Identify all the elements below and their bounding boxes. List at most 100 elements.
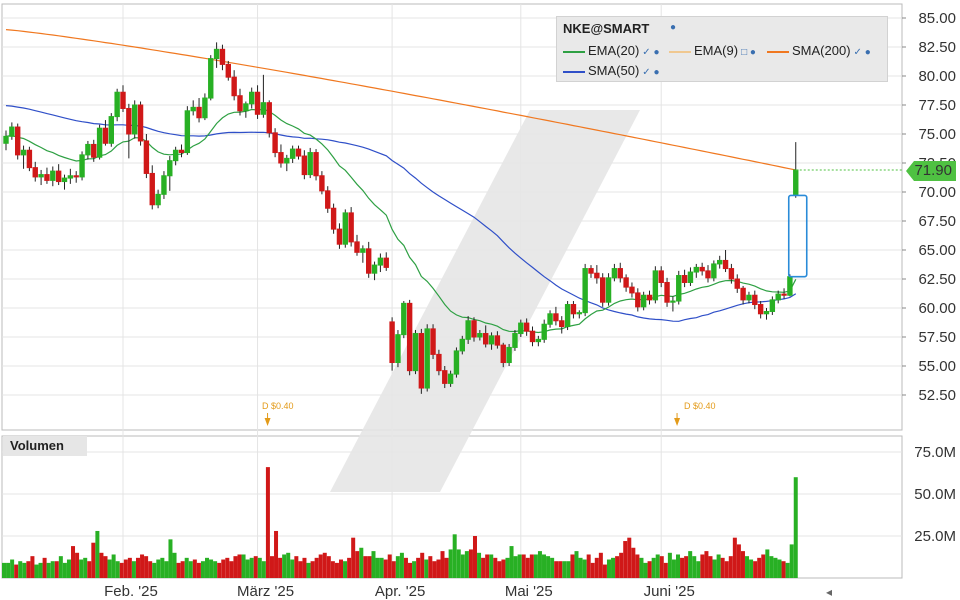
volume-bar: [420, 552, 425, 578]
volume-bar: [509, 546, 514, 578]
volume-bar: [448, 549, 453, 578]
legend-item-ema20[interactable]: EMA(20) ✓ ●: [563, 43, 660, 58]
candle: [266, 100, 272, 138]
volume-bar: [278, 557, 283, 578]
candle-body: [208, 58, 214, 99]
candle: [424, 324, 430, 392]
legend-item-sma50[interactable]: SMA(50) ✓ ●: [563, 63, 660, 78]
candle-body: [769, 299, 776, 312]
volume-bar: [684, 556, 689, 578]
volume-bar: [537, 551, 542, 578]
volume-bar: [79, 559, 84, 578]
volume-bar: [399, 552, 404, 578]
candle-body: [646, 294, 653, 301]
volume-bar: [314, 557, 319, 578]
candle-body: [155, 193, 161, 206]
last-price-tag: 71.90: [906, 161, 956, 181]
candle: [190, 100, 196, 116]
volume-bar: [497, 561, 502, 578]
candle-body: [132, 104, 138, 135]
volume-bar: [781, 561, 786, 578]
y-tick-label: 85.00: [918, 10, 956, 27]
volume-bar: [505, 557, 510, 578]
candle-body: [143, 140, 150, 174]
candle: [406, 299, 413, 376]
candle-body: [418, 333, 425, 389]
candle-body: [91, 143, 97, 158]
volume-bar: [152, 562, 157, 578]
candle-body: [787, 276, 793, 296]
volume-bar: [107, 559, 112, 578]
volume-bar: [623, 541, 628, 578]
ema9-toggle-icon[interactable]: □ ●: [741, 47, 756, 58]
sma200-toggle-icon[interactable]: ✓ ●: [854, 47, 871, 58]
candle: [161, 171, 167, 199]
candle-body: [699, 266, 705, 272]
volume-bar: [58, 556, 63, 578]
y-tick-label: 55.00: [918, 358, 956, 375]
dividend-label: D $0.40: [262, 401, 294, 411]
candle-body: [85, 143, 91, 156]
candle: [740, 285, 746, 305]
volume-bar: [91, 542, 96, 578]
candle-body: [611, 268, 618, 279]
candle: [664, 277, 670, 307]
volume-bar: [387, 554, 392, 578]
ema20-toggle-icon[interactable]: ✓ ●: [642, 47, 659, 58]
candle-body: [383, 257, 389, 268]
volume-bar: [732, 537, 737, 578]
nke-stock-chart[interactable]: 85.0082.5080.0077.5075.0072.5070.0067.50…: [0, 0, 960, 600]
candle: [55, 164, 62, 186]
candle-body: [793, 169, 799, 196]
candle-body: [272, 132, 278, 154]
volume-bar: [213, 561, 218, 578]
volume-bar: [83, 557, 88, 578]
volume-bar: [562, 561, 567, 578]
candle: [231, 70, 237, 101]
volume-bar: [517, 554, 522, 578]
candle-body: [629, 286, 635, 294]
candle-body: [453, 350, 460, 375]
candle: [553, 306, 559, 326]
candle-body: [442, 370, 448, 384]
volume-bar: [217, 562, 222, 578]
volume-bar: [221, 559, 226, 578]
legend-item-ema9[interactable]: EMA(9) □ ●: [669, 43, 756, 58]
candle: [564, 301, 571, 331]
symbol-settings-icon[interactable]: ●: [670, 22, 676, 33]
candle-body: [529, 330, 536, 343]
ema9-swatch: [669, 50, 691, 53]
dividend-label: D $0.40: [684, 401, 716, 411]
candle: [623, 274, 629, 292]
volume-bar: [680, 557, 685, 578]
candle: [26, 146, 33, 172]
volume-bar: [115, 561, 120, 578]
candle-body: [102, 127, 109, 144]
candle: [348, 207, 354, 247]
volume-bar: [785, 562, 790, 578]
candle: [61, 174, 68, 190]
volume-bar: [2, 562, 6, 578]
candle-body: [243, 103, 249, 112]
legend-item-sma200[interactable]: SMA(200) ✓ ●: [767, 43, 871, 58]
candle: [676, 270, 682, 305]
volume-bar: [651, 557, 656, 578]
candle: [149, 165, 155, 210]
candle: [465, 316, 471, 344]
candle-body: [559, 320, 565, 328]
volume-bar: [493, 557, 498, 578]
sma50-label: SMA(50): [588, 63, 640, 78]
volume-bar: [765, 549, 770, 578]
candle: [360, 245, 366, 263]
sma50-toggle-icon[interactable]: ✓ ●: [642, 67, 659, 78]
volume-bar: [334, 562, 339, 578]
candle-body: [518, 322, 524, 335]
volume-bar: [237, 554, 242, 578]
volume-bar: [66, 559, 71, 578]
volume-bar: [692, 556, 697, 578]
candle-body: [693, 266, 699, 273]
candle-body: [535, 338, 542, 343]
volume-bar: [696, 561, 701, 578]
volume-bar: [594, 557, 599, 578]
candle-body: [371, 264, 378, 274]
